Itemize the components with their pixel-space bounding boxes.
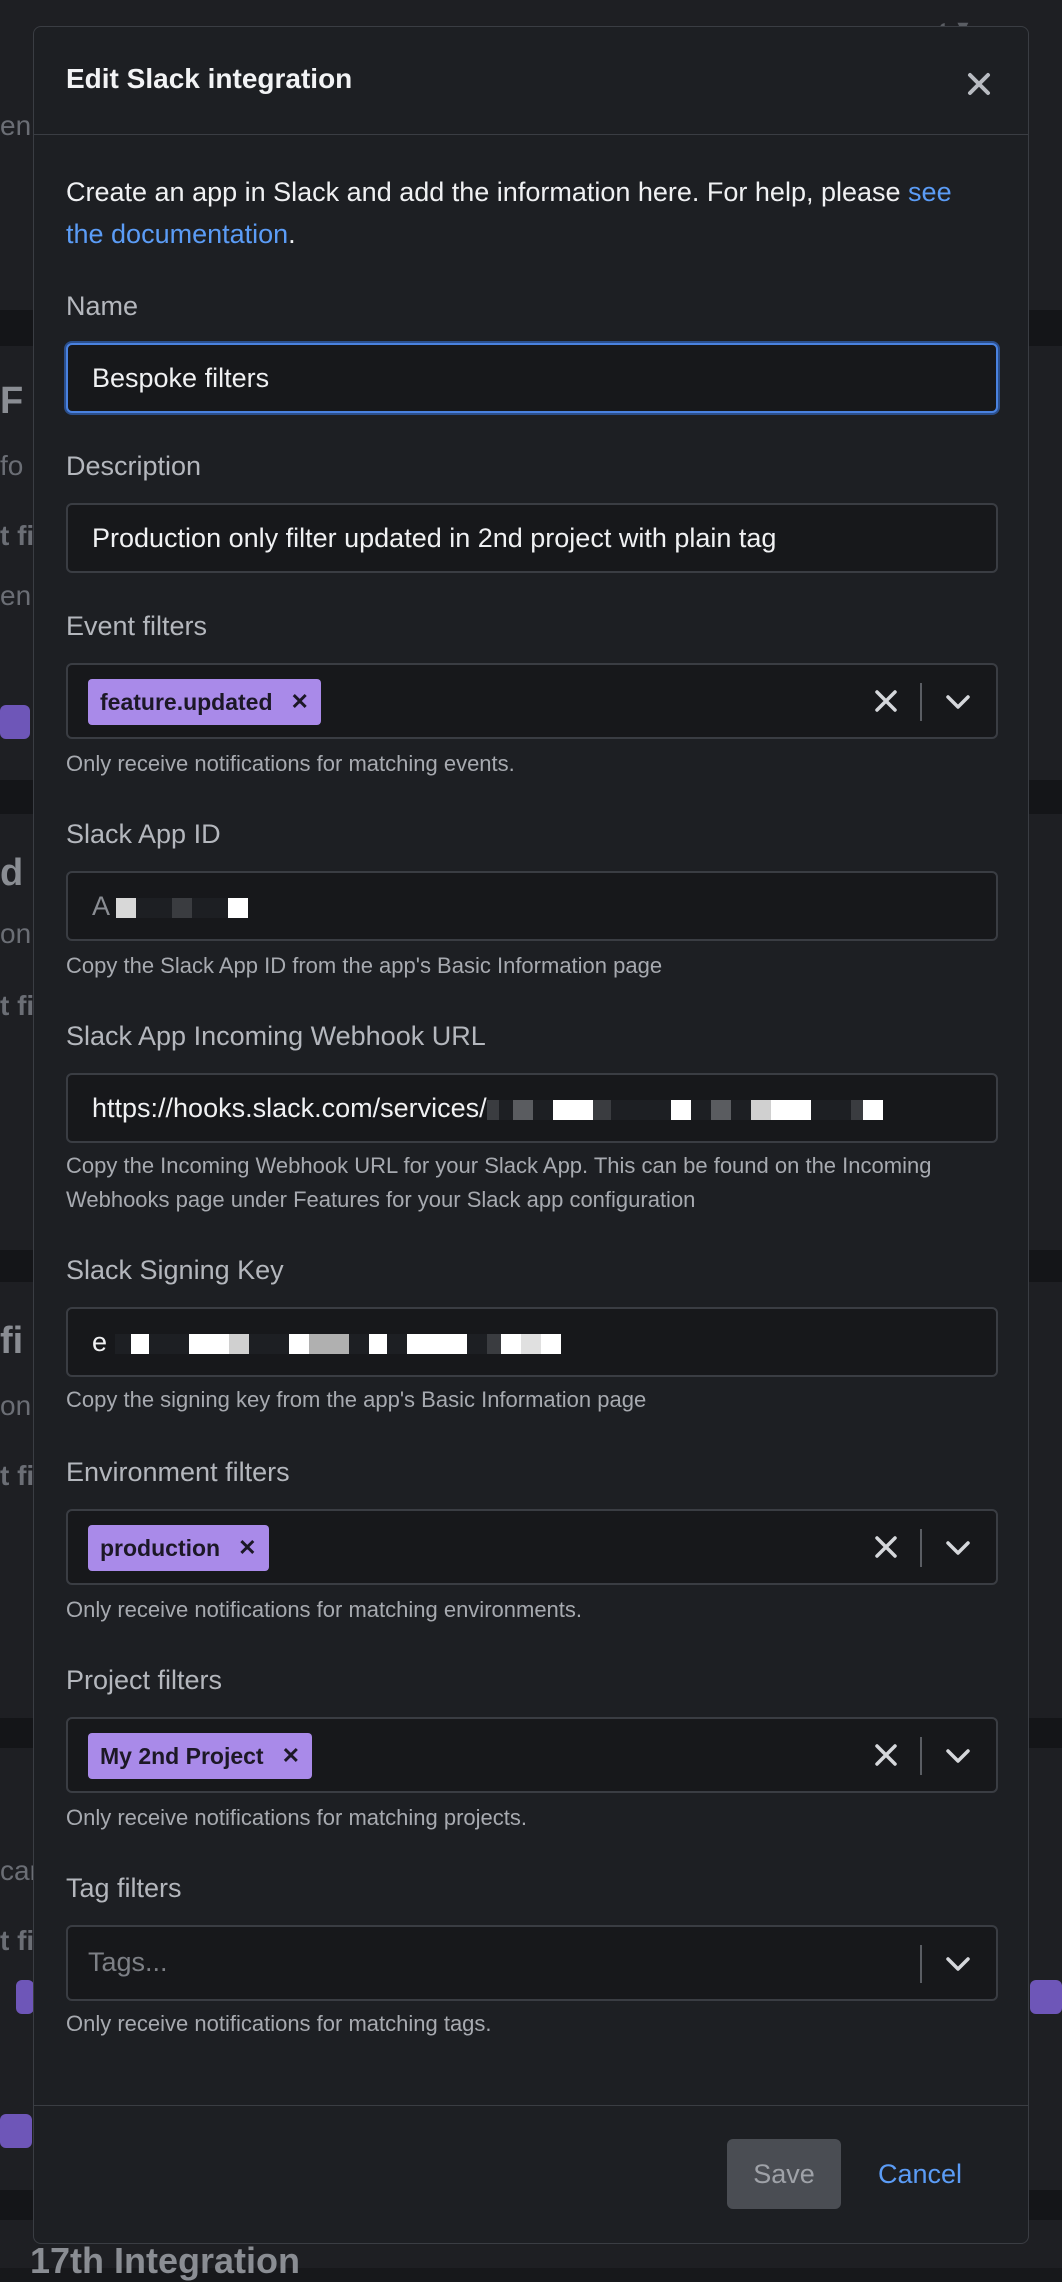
description-input[interactable]: Production only filter updated in 2nd pr… [66,503,998,573]
cancel-button[interactable]: Cancel [860,2139,980,2209]
remove-chip-icon[interactable]: ✕ [291,689,309,715]
clear-icon[interactable] [872,687,900,715]
bg-text: t fi [0,1925,35,1956]
chevron-down-icon[interactable] [944,1744,972,1768]
slack-app-id-value: A [92,891,109,921]
bg-heading: 17th Integration [30,2240,301,2281]
slack-app-id-input[interactable]: A [66,871,998,941]
bg-text: fo [0,450,24,481]
bg-chip [16,1980,34,2014]
environment-filters-help: Only receive notifications for matching … [66,1597,583,1622]
tag-filters-select[interactable]: Tags... [66,1925,998,2001]
webhook-url-label: Slack App Incoming Webhook URL [66,1021,486,1051]
bg-text: en [0,110,32,141]
signing-key-label: Slack Signing Key [66,1255,284,1285]
slack-app-id-help: Copy the Slack App ID from the app's Bas… [66,953,663,978]
tag-filters-help: Only receive notifications for matching … [66,2011,492,2036]
signing-key-value: e [92,1327,108,1357]
environment-filters-label: Environment filters [66,1457,290,1487]
modal-title: Edit Slack integration [66,63,353,94]
bg-chip [1030,1980,1062,2014]
bg-text: en [0,580,32,611]
footer-divider [34,2105,1028,2106]
redacted-value [114,1333,561,1354]
name-input[interactable]: Bespoke filters [66,343,998,413]
webhook-url-help: Copy the Incoming Webhook URL for your S… [66,1153,932,1212]
event-filters-label: Event filters [66,611,208,641]
chevron-down-icon[interactable] [944,690,972,714]
clear-icon[interactable] [872,1533,900,1561]
environment-filter-chip: production ✕ [88,1525,269,1571]
chevron-down-icon[interactable] [944,1536,972,1560]
close-icon[interactable] [964,69,994,99]
bg-chip [0,705,30,739]
bg-heading: fi [0,1320,24,1362]
project-filter-chip-label: My 2nd Project [100,1742,264,1769]
bg-chip [0,2114,32,2148]
project-filter-chip: My 2nd Project ✕ [88,1733,313,1779]
project-filters-label: Project filters [66,1665,223,1695]
webhook-url-value: https://hooks.slack.com/services/ [92,1093,487,1123]
tag-filters-placeholder: Tags... [88,1947,168,1977]
redacted-value [486,1099,883,1120]
webhook-url-input[interactable]: https://hooks.slack.com/services/ [66,1073,998,1143]
bg-text: t fi [0,520,35,551]
event-filters-help: Only receive notifications for matching … [66,751,515,776]
project-filters-select[interactable]: My 2nd Project ✕ [66,1717,998,1793]
remove-chip-icon[interactable]: ✕ [282,1743,300,1769]
bg-heading: d [0,852,24,894]
slack-app-id-label: Slack App ID [66,819,221,849]
remove-chip-icon[interactable]: ✕ [238,1535,256,1561]
event-filter-chip-label: feature.updated [100,688,273,715]
intro-text: Create an app in Slack and add the infor… [66,171,996,255]
environment-filters-select[interactable]: production ✕ [66,1509,998,1585]
bg-text: t fi [0,1460,35,1491]
bg-text: t fi [0,990,35,1021]
separator [920,1945,922,1983]
save-button[interactable]: Save [727,2139,841,2209]
modal-header: Edit Slack integration [34,27,1028,135]
tag-filters-label: Tag filters [66,1873,182,1903]
chevron-down-icon[interactable] [944,1952,972,1976]
separator [920,1529,922,1567]
event-filters-select[interactable]: feature.updated ✕ [66,663,998,739]
redacted-value [116,897,249,918]
separator [920,683,922,721]
project-filters-help: Only receive notifications for matching … [66,1805,527,1830]
bg-text: onl [0,918,38,949]
intro-period: . [288,219,296,249]
separator [920,1737,922,1775]
intro-text-body: Create an app in Slack and add the infor… [66,177,901,207]
signing-key-help: Copy the signing key from the app's Basi… [66,1387,647,1412]
clear-icon[interactable] [872,1741,900,1769]
signing-key-input[interactable]: e [66,1307,998,1377]
name-label: Name [66,291,139,321]
bg-heading: F [0,380,24,422]
event-filter-chip: feature.updated ✕ [88,679,321,725]
description-label: Description [66,451,202,481]
edit-slack-integration-modal: Edit Slack integration Create an app in … [33,26,1029,2244]
environment-filter-chip-label: production [100,1534,221,1561]
